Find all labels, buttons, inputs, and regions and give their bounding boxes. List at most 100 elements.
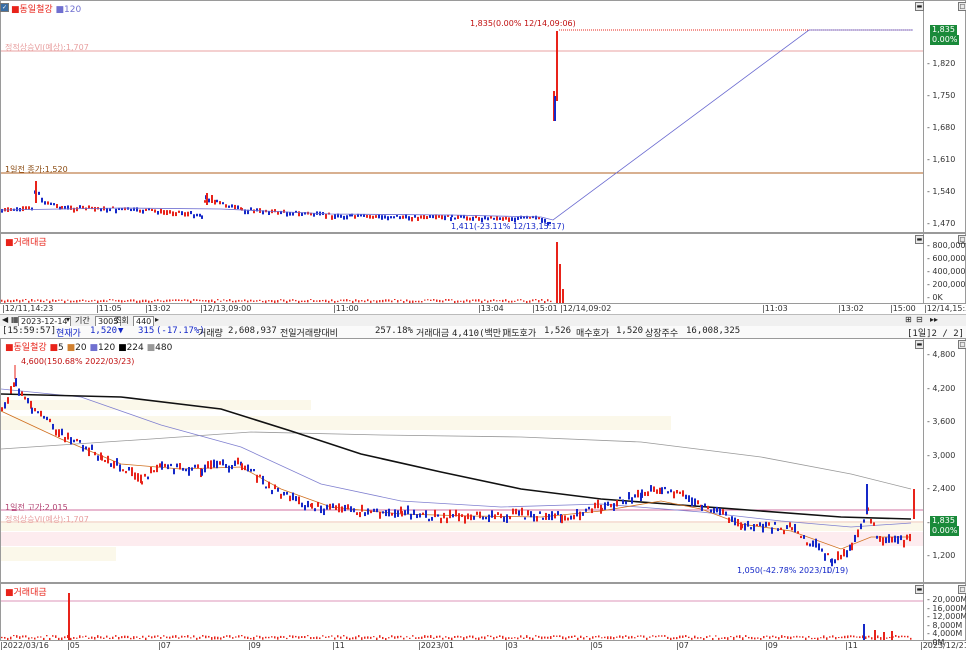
candle xyxy=(139,209,141,213)
volume-bar xyxy=(586,636,588,638)
volume-bar xyxy=(160,300,162,302)
volume-bar xyxy=(583,637,585,640)
volume-bar xyxy=(358,635,360,638)
candle xyxy=(425,510,427,518)
daily-volume-maximize-icon[interactable]: □ xyxy=(958,585,966,594)
candle xyxy=(262,475,264,485)
zoom-out-icon[interactable]: ⊟ xyxy=(916,315,923,324)
nav-left-icon[interactable]: ◀ xyxy=(2,315,8,324)
volume-bar xyxy=(193,299,195,301)
time-tick-label: |11 xyxy=(332,641,345,650)
candle xyxy=(166,210,168,216)
daily-pane-maximize-icon[interactable]: □ xyxy=(958,340,966,349)
candle xyxy=(141,481,143,485)
volume-bar xyxy=(613,637,615,640)
candle xyxy=(207,461,209,469)
date-dropdown-icon[interactable]: ▾ xyxy=(66,315,70,324)
candle xyxy=(661,487,663,495)
candle xyxy=(178,210,180,213)
candle xyxy=(803,535,805,539)
volume-bar xyxy=(409,300,411,303)
volume-bar xyxy=(448,637,450,640)
candle xyxy=(416,514,418,519)
candle xyxy=(184,212,186,217)
candle xyxy=(298,496,300,505)
candle xyxy=(373,508,375,512)
candle xyxy=(843,548,845,557)
volume-bar xyxy=(556,242,558,303)
volume-bar xyxy=(70,637,72,640)
intraday-high-annotation: 1,835(0.00% 12/14,09:06) xyxy=(470,19,576,28)
daily-price-plot[interactable] xyxy=(1,339,923,582)
volume-bar xyxy=(1,299,3,302)
candle xyxy=(419,513,421,518)
volume-bar xyxy=(310,637,312,640)
volume-bar xyxy=(628,636,630,639)
candle xyxy=(331,215,333,220)
daily-volume-plot[interactable] xyxy=(1,584,923,640)
volume-bar xyxy=(565,637,567,640)
candle xyxy=(56,203,58,209)
volume-bar xyxy=(460,636,462,638)
volume-bar xyxy=(370,300,372,303)
prev-close-label: 1일전 종가:1,520 xyxy=(5,165,68,174)
candle xyxy=(653,486,655,492)
volume-bar xyxy=(145,299,147,303)
candle xyxy=(505,216,507,220)
volume-bar xyxy=(76,637,78,639)
volume-bar xyxy=(94,636,96,640)
volume-bar xyxy=(562,289,564,303)
lookup-button[interactable]: 조회 xyxy=(114,315,129,326)
candle xyxy=(794,523,796,533)
candle xyxy=(335,505,337,511)
volume-bar xyxy=(289,635,291,637)
candle xyxy=(1,208,3,213)
volume-bar xyxy=(148,635,150,637)
volume-bar xyxy=(619,635,621,638)
volume-bar xyxy=(868,635,870,638)
candle xyxy=(206,193,208,205)
time-tick-label: |13:02 xyxy=(145,304,171,313)
volume-bar xyxy=(697,637,699,639)
volume-bar xyxy=(436,299,438,302)
volume-bar xyxy=(559,264,561,303)
volume-bar xyxy=(460,300,462,302)
count-stepper-icon[interactable]: ▸ xyxy=(155,315,159,324)
volume-bar xyxy=(253,636,255,640)
candle xyxy=(379,511,381,519)
pane-maximize-icon[interactable]: □ xyxy=(958,2,966,11)
volume-bar xyxy=(145,637,147,640)
volume-bar xyxy=(478,637,480,640)
volume-bar xyxy=(4,300,6,303)
candle xyxy=(806,542,808,546)
intraday-volume-plot[interactable] xyxy=(1,234,923,303)
volume-bar xyxy=(409,637,411,639)
volume-bar xyxy=(295,299,297,302)
candle xyxy=(467,513,469,520)
candle xyxy=(641,489,643,498)
volume-tick-label: - 200,000K xyxy=(927,280,966,289)
volume-bar xyxy=(883,632,885,640)
zoom-in-icon[interactable]: ⊞ xyxy=(905,315,912,324)
volume-bar xyxy=(547,299,549,302)
intraday-price-plot[interactable] xyxy=(1,1,923,232)
volume-bar xyxy=(106,300,108,302)
volume-bar xyxy=(733,636,735,640)
volume-bar xyxy=(469,300,471,303)
candle xyxy=(43,415,45,419)
volume-bar xyxy=(421,636,423,639)
volume-bar xyxy=(511,300,513,303)
candle xyxy=(142,209,144,214)
candle xyxy=(31,407,33,414)
candle xyxy=(187,211,189,217)
volume-bar xyxy=(891,631,893,640)
candle xyxy=(478,217,480,221)
candle xyxy=(88,205,90,209)
volume-bar xyxy=(889,636,891,639)
candle xyxy=(375,215,377,218)
scroll-right-icon[interactable]: ▸▸ xyxy=(930,315,938,324)
volume-bar xyxy=(199,636,201,639)
volume-bar xyxy=(373,636,375,638)
volume-bar xyxy=(349,637,351,640)
candle xyxy=(175,212,177,217)
